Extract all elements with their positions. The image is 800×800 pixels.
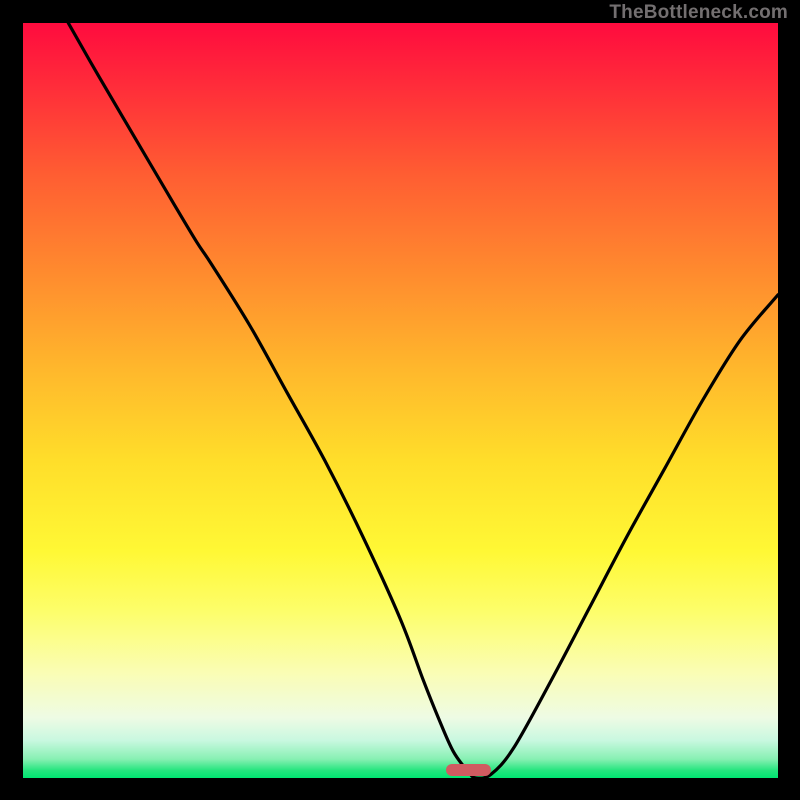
bottleneck-curve	[23, 23, 778, 778]
minimum-marker	[446, 764, 491, 776]
plot-area	[23, 23, 778, 778]
watermark-text: TheBottleneck.com	[609, 2, 788, 24]
chart-frame: TheBottleneck.com	[0, 0, 800, 800]
